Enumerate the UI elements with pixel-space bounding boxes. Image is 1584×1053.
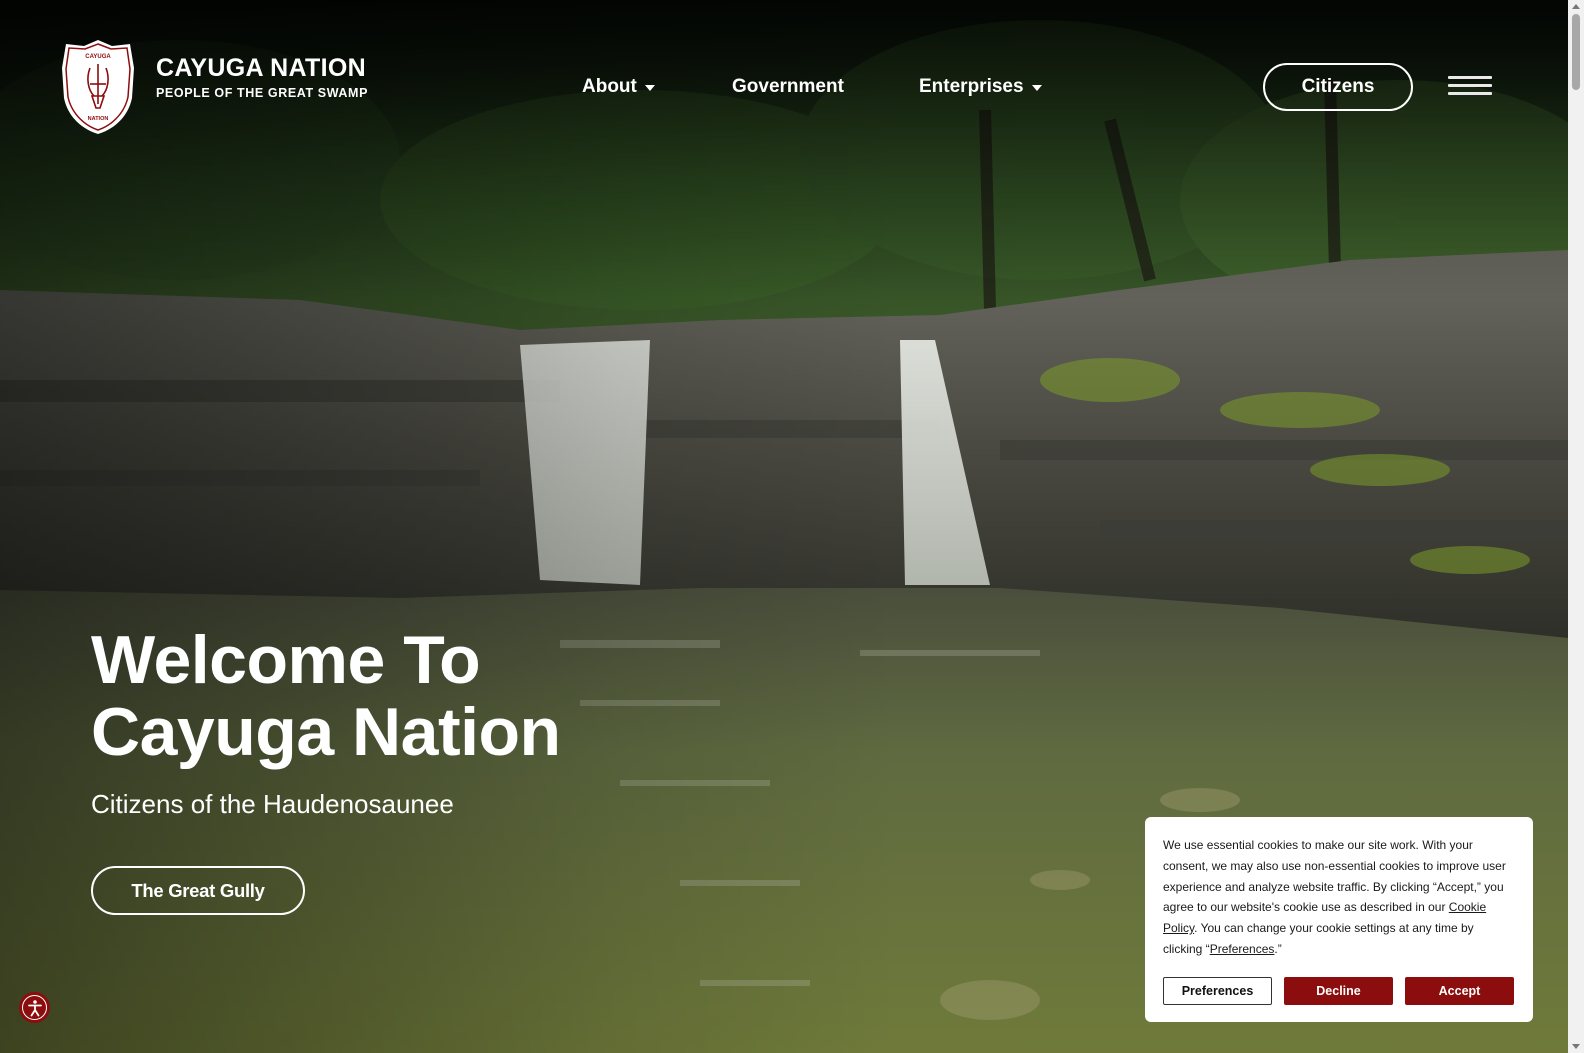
scroll-thumb[interactable]: [1572, 14, 1580, 90]
scroll-down-arrow-icon[interactable]: [1572, 1044, 1580, 1049]
hamburger-menu-icon[interactable]: [1448, 76, 1492, 98]
nav-enterprises-label: Enterprises: [919, 76, 1024, 97]
accessibility-icon: [22, 995, 47, 1020]
nav-about[interactable]: About: [582, 76, 655, 98]
hero-title-line-2: Cayuga Nation: [91, 694, 561, 770]
nav-government-label: Government: [732, 76, 844, 97]
preferences-button[interactable]: Preferences: [1163, 977, 1272, 1005]
hero-title-line-1: Welcome To: [91, 622, 481, 698]
cayuga-nation-logo[interactable]: CAYUGA NATION: [60, 38, 136, 136]
logo-text-bottom: NATION: [88, 116, 109, 122]
logo-text-top: CAYUGA: [85, 54, 111, 60]
caret-down-icon: [1031, 85, 1042, 91]
page-scrollbar[interactable]: [1568, 0, 1584, 1053]
cookie-banner-text: We use essential cookies to make our sit…: [1163, 835, 1515, 960]
preferences-link[interactable]: Preferences: [1210, 942, 1275, 956]
hero-title: Welcome To Cayuga Nation: [91, 624, 561, 768]
cookie-button-row: Preferences Decline Accept: [1163, 977, 1514, 1005]
great-gully-button[interactable]: The Great Gully: [91, 866, 305, 915]
accept-button[interactable]: Accept: [1405, 977, 1514, 1005]
brand-name[interactable]: CAYUGA NATION: [156, 54, 366, 83]
nav-government[interactable]: Government: [732, 76, 844, 98]
cookie-text-3: .”: [1274, 941, 1282, 956]
brand-tagline: PEOPLE OF THE GREAT SWAMP: [156, 86, 369, 100]
decline-button[interactable]: Decline: [1284, 977, 1393, 1005]
accessibility-button[interactable]: [19, 992, 50, 1023]
arrowhead-shield-icon: CAYUGA NATION: [62, 40, 134, 134]
nav-enterprises[interactable]: Enterprises: [919, 76, 1042, 98]
citizens-button[interactable]: Citizens: [1263, 63, 1413, 111]
caret-down-icon: [644, 85, 655, 91]
nav-about-label: About: [582, 76, 637, 97]
scroll-up-arrow-icon[interactable]: [1572, 4, 1580, 9]
hero-subtitle: Citizens of the Haudenosaunee: [91, 789, 454, 819]
cookie-banner: We use essential cookies to make our sit…: [1145, 817, 1533, 1022]
